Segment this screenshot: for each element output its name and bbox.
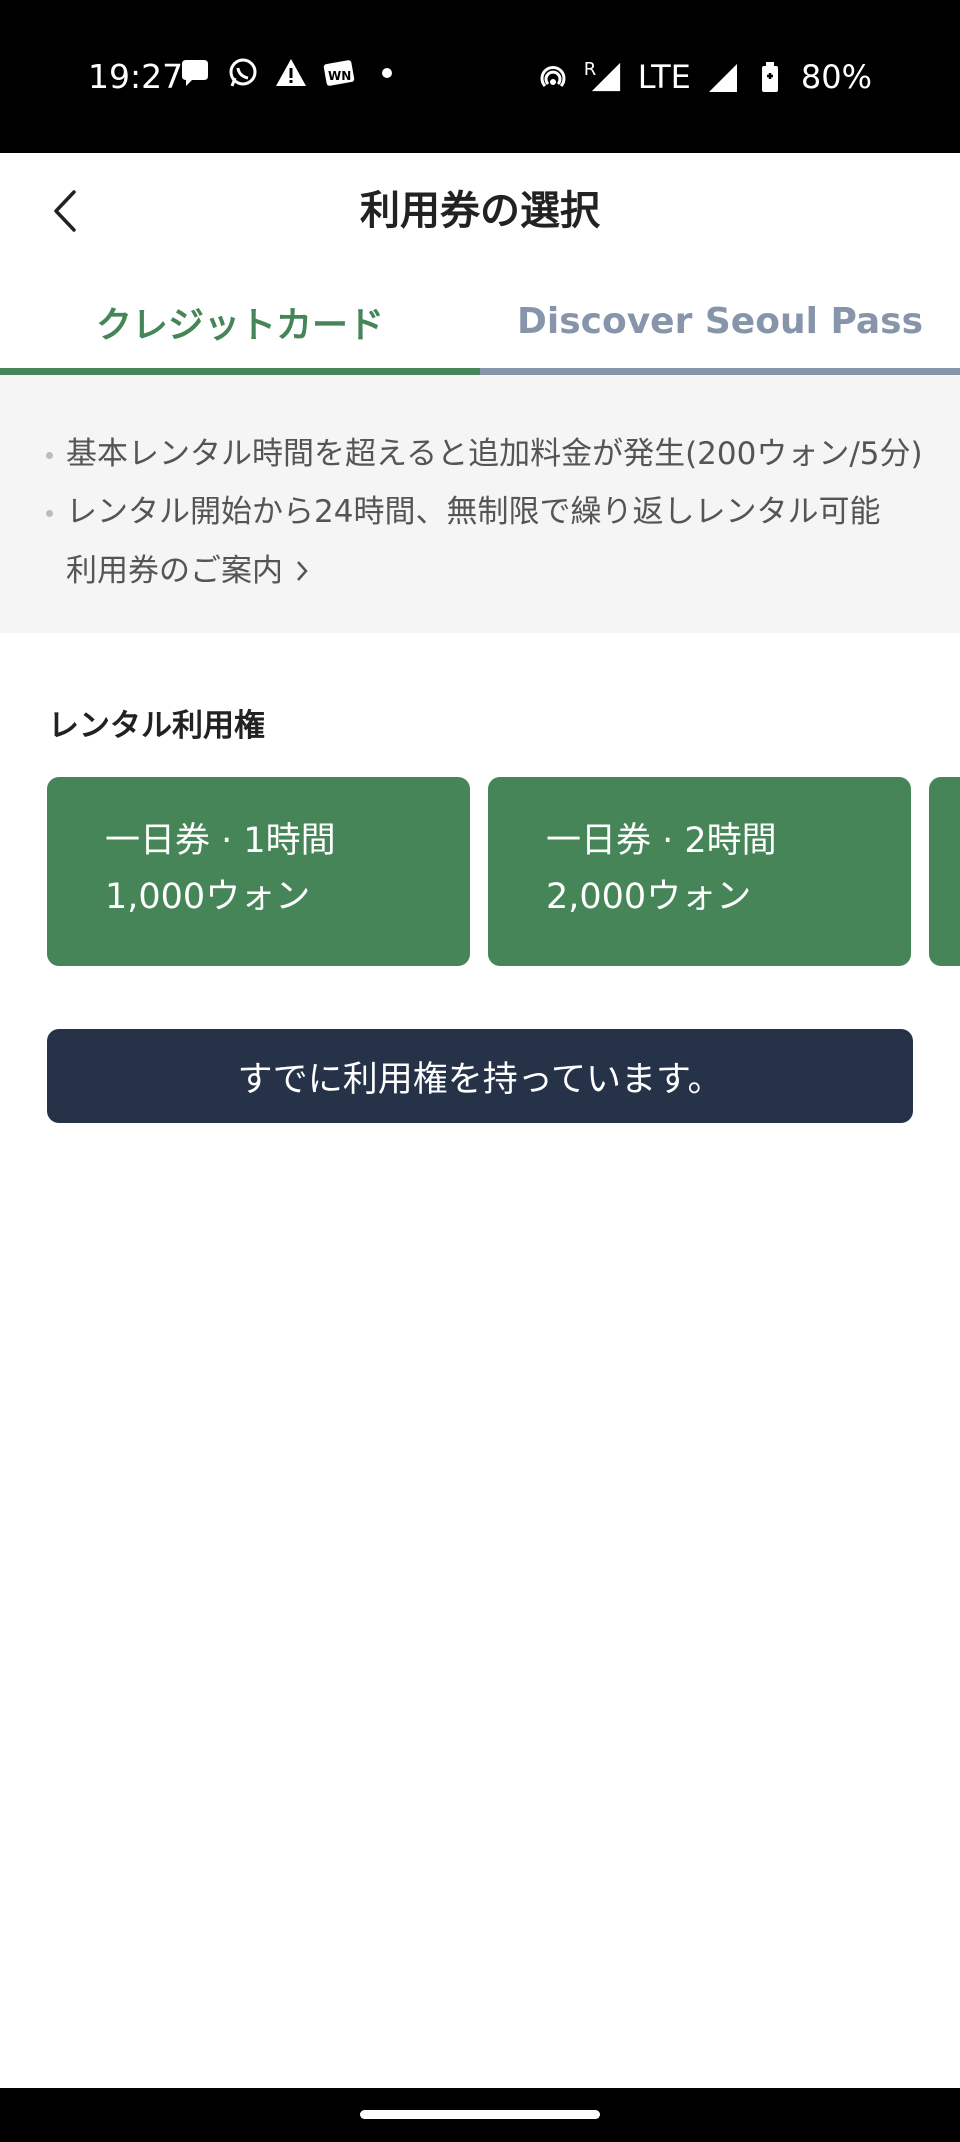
tab-underline-active xyxy=(0,368,480,375)
tab-underline-inactive xyxy=(480,368,960,375)
tab-credit-card-label: クレジットカード xyxy=(95,304,384,346)
wn-app-icon: WN xyxy=(323,60,355,86)
ticket-card-2hour[interactable]: 一日券 · 2時間 2,000ウォン xyxy=(488,777,911,966)
ticket-card-title: 一日券 · 1時間 xyxy=(105,821,336,861)
chat-bubble-icon xyxy=(182,60,208,86)
battery-percent: 80% xyxy=(800,58,872,96)
system-icons: R LTE 80% xyxy=(536,52,872,102)
dot-icon xyxy=(382,68,392,78)
signal-icon xyxy=(591,62,620,92)
payment-tabs: クレジットカード Discover Seoul Pass xyxy=(0,268,960,375)
info-bullet-overtime: 基本レンタル時間を超えると追加料金が発生(200ウォン/5分) xyxy=(44,425,923,483)
ticket-guide-link[interactable]: 利用券のご案内 xyxy=(66,542,309,600)
ticket-card-1hour[interactable]: 一日券 · 1時間 1,000ウォン xyxy=(47,777,470,966)
signal-bars-icon xyxy=(708,64,737,92)
hotspot-icon xyxy=(540,66,566,88)
home-indicator[interactable] xyxy=(360,2110,600,2119)
battery-saver-icon xyxy=(761,62,778,92)
tab-discover-seoul-pass-label: Discover Seoul Pass xyxy=(516,301,924,342)
already-have-ticket-button[interactable]: すでに利用権を持っています。 xyxy=(47,1029,913,1123)
whatsapp-icon xyxy=(229,58,257,87)
ticket-guide-label: 利用券のご案内 xyxy=(66,553,283,589)
ticket-card-title: 一日券 · 2時間 xyxy=(546,821,777,861)
app-header: 利用券の選択 xyxy=(0,153,960,268)
ticket-card-next[interactable] xyxy=(929,777,960,966)
info-panel: 基本レンタル時間を超えると追加料金が発生(200ウォン/5分) レンタル開始から… xyxy=(0,375,960,633)
page-title: 利用券の選択 xyxy=(360,188,600,234)
ticket-card-price: 1,000ウォン xyxy=(105,877,311,917)
tab-discover-seoul-pass[interactable]: Discover Seoul Pass xyxy=(480,268,960,375)
signal-roaming: R xyxy=(584,57,624,97)
notification-icons: WN xyxy=(178,56,404,90)
svg-text:WN: WN xyxy=(328,69,351,83)
info-bullet-unlimited: レンタル開始から24時間、無制限で繰り返しレンタル可能 xyxy=(44,483,923,541)
warning-icon xyxy=(276,59,306,86)
info-list: 基本レンタル時間を超えると追加料金が発生(200ウォン/5分) レンタル開始から… xyxy=(44,425,923,541)
chevron-right-icon xyxy=(297,561,308,581)
status-bar: 19:27 WN R LTE 80% xyxy=(0,0,960,153)
network-type: LTE xyxy=(637,58,691,96)
status-time: 19:27 xyxy=(88,57,184,96)
tab-credit-card[interactable]: クレジットカード xyxy=(0,268,480,375)
ticket-card-price: 2,000ウォン xyxy=(546,877,752,917)
section-title: レンタル利用権 xyxy=(48,708,265,744)
ticket-card-carousel[interactable]: 一日券 · 1時間 1,000ウォン 一日券 · 2時間 2,000ウォン xyxy=(47,777,960,966)
